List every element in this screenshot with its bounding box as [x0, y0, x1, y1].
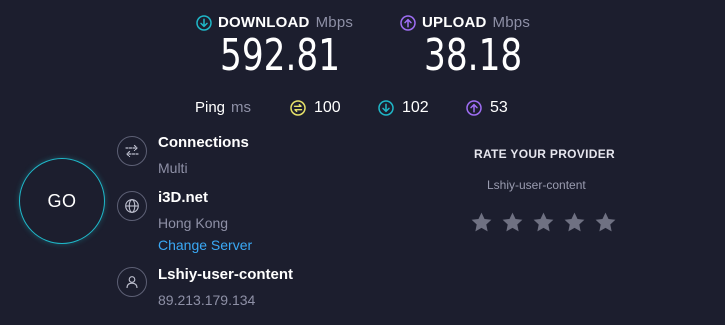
change-server-link[interactable]: Change Server [158, 237, 252, 253]
rate-provider-title: RATE YOUR PROVIDER [474, 147, 615, 161]
star-icon-1[interactable] [469, 210, 494, 235]
upload-ping-icon [466, 100, 482, 116]
upload-arrow-icon [400, 14, 416, 31]
arrows-icon [125, 144, 139, 158]
user-provider-name: Lshiy-user-content [158, 266, 294, 283]
connections-icon[interactable] [117, 136, 147, 166]
ping-unit: ms [231, 99, 252, 116]
download-value: 592.81 [220, 30, 341, 81]
star-rating [469, 210, 618, 235]
server-location: Hong Kong [158, 215, 229, 231]
ping-idle: 100 [290, 99, 341, 117]
download-label: DOWNLOAD [218, 14, 310, 31]
star-icon-4[interactable] [562, 210, 587, 235]
star-icon-3[interactable] [531, 210, 556, 235]
ping-download: 102 [378, 99, 429, 117]
upload-label: UPLOAD [422, 14, 487, 31]
connections-mode[interactable]: Multi [158, 160, 188, 176]
server-name: i3D.net [158, 189, 209, 206]
ping-download-value: 102 [402, 99, 429, 116]
download-header: DOWNLOAD Mbps [196, 14, 353, 31]
rate-provider-name: Lshiy-user-content [487, 178, 586, 192]
star-icon-2[interactable] [500, 210, 525, 235]
download-ping-icon [378, 100, 394, 116]
idle-ping-icon [290, 100, 306, 116]
ping-upload: 53 [466, 99, 508, 117]
go-button[interactable]: GO [19, 158, 105, 244]
ping-label: Ping [195, 99, 226, 116]
ping-upload-value: 53 [490, 99, 508, 116]
upload-unit: Mbps [492, 14, 531, 31]
go-button-label: GO [47, 190, 77, 211]
ping-row: Ping ms [195, 99, 251, 116]
star-icon-5[interactable] [593, 210, 618, 235]
download-arrow-icon [196, 14, 212, 31]
ping-idle-value: 100 [314, 99, 341, 116]
user-icon-wrap [117, 267, 147, 297]
user-ip-address: 89.213.179.134 [158, 292, 256, 308]
download-unit: Mbps [315, 14, 354, 31]
upload-value: 38.18 [424, 30, 523, 81]
user-icon [126, 276, 138, 289]
globe-icon [125, 199, 139, 213]
connections-title: Connections [158, 134, 249, 151]
upload-header: UPLOAD Mbps [400, 14, 530, 31]
server-icon [117, 191, 147, 221]
